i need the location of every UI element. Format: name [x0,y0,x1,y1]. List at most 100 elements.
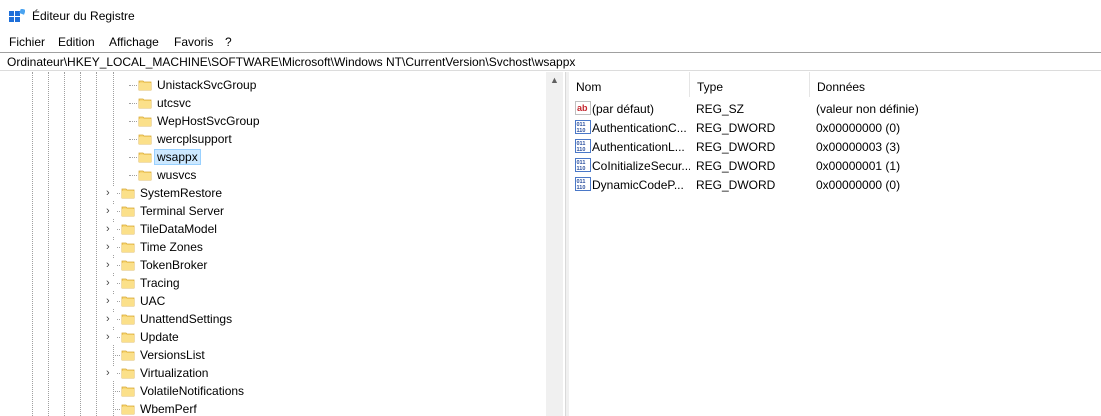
tree-item-label[interactable]: TokenBroker [138,258,209,272]
column-header-label: Données [817,80,866,94]
binary-value-icon: 011 110 [575,177,591,191]
column-header-label: Type [697,80,724,94]
chevron-right-icon[interactable]: › [106,258,116,272]
tree-item[interactable]: WepHostSvcGroup [0,112,546,130]
tree-item-label[interactable]: Tracing [138,276,182,290]
tree-item[interactable]: › TokenBroker [0,256,546,274]
scroll-up-arrow-icon[interactable]: ▲ [546,72,563,89]
menu-favoris[interactable]: Favoris [174,35,213,49]
tree-item-label[interactable]: UnistackSvcGroup [155,78,258,92]
tree-item-label[interactable]: UnattendSettings [138,312,234,326]
address-bar[interactable]: Ordinateur\HKEY_LOCAL_MACHINE\SOFTWARE\M… [0,52,1101,71]
chevron-right-icon[interactable]: › [106,222,116,236]
folder-icon [138,132,152,146]
tree-scrollbar[interactable]: ▲ [546,72,563,416]
chevron-right-icon[interactable]: › [106,204,116,218]
value-data: (valeur non définie) [816,102,919,116]
value-row[interactable]: 011 110 AuthenticationL... REG_DWORD 0x00000… [569,137,1101,156]
menu-edition[interactable]: Edition [58,35,95,49]
tree-item[interactable]: › Tracing [0,274,546,292]
string-value-icon: ab [575,101,591,115]
tree-pane[interactable]: UnistackSvcGroup utcsvc WepHostSvcGroup wer… [0,72,566,416]
chevron-right-icon[interactable]: › [106,240,116,254]
chevron-right-icon[interactable]: › [106,294,116,308]
column-header-type[interactable]: Type [690,72,810,97]
menu-help[interactable]: ? [225,35,232,49]
tree-item[interactable]: › UnattendSettings [0,310,546,328]
tree-item-label[interactable]: utcsvc [155,96,193,110]
value-data: 0x00000000 (0) [816,121,901,135]
tree-item-label[interactable]: Virtualization [138,366,210,380]
value-row[interactable]: ab (par défaut) REG_SZ (valeur non définie) [569,99,1101,118]
title-bar[interactable]: Éditeur du Registre [0,0,1101,32]
values-list[interactable]: Nom Type Données ab (par défaut) REG_SZ (va… [569,72,1101,416]
scroll-thumb[interactable] [548,90,561,416]
tree-item-label[interactable]: WepHostSvcGroup [155,114,262,128]
tree-item-label[interactable]: TileDataModel [138,222,219,236]
value-type: REG_DWORD [696,140,776,154]
chevron-right-icon[interactable]: › [106,366,116,380]
tree-item[interactable]: › Time Zones [0,238,546,256]
column-header-data[interactable]: Données [810,72,1101,97]
address-path[interactable]: Ordinateur\HKEY_LOCAL_MACHINE\SOFTWARE\M… [7,55,575,69]
tree-item[interactable]: utcsvc [0,94,546,112]
tree-item-label[interactable]: Terminal Server [138,204,226,218]
chevron-right-icon[interactable]: › [106,276,116,290]
tree-item[interactable]: VolatileNotifications [0,382,546,400]
tree-item-label[interactable]: VersionsList [138,348,207,362]
value-name: DynamicCodeP... [592,178,684,192]
folder-icon [121,204,135,218]
tree-item[interactable]: › Update [0,328,546,346]
tree-connector [113,409,120,410]
tree-item[interactable]: WbemPerf [0,400,546,416]
tree-item[interactable]: › UAC [0,292,546,310]
svg-text:ab: ab [577,103,588,113]
value-name: AuthenticationC... [592,121,687,135]
value-row[interactable]: 011 110 CoInitializeSecur... REG_DWORD 0x000… [569,156,1101,175]
tree-item[interactable]: UnistackSvcGroup [0,76,546,94]
binary-value-icon: 011 110 [575,120,591,134]
tree-connector [129,121,137,122]
tree-item[interactable]: wercplsupport [0,130,546,148]
menu-fichier[interactable]: Fichier [9,35,45,49]
tree-item-label[interactable]: wercplsupport [155,132,234,146]
value-row[interactable]: 011 110 AuthenticationC... REG_DWORD 0x00000… [569,118,1101,137]
chevron-right-icon[interactable]: › [106,330,116,344]
folder-icon [121,366,135,380]
tree-item-label[interactable]: wusvcs [155,168,198,182]
chevron-right-icon[interactable]: › [106,312,116,326]
tree-item[interactable]: wsappx [0,148,546,166]
tree-connector [129,103,137,104]
folder-icon [121,276,135,290]
menu-affichage[interactable]: Affichage [109,35,159,49]
binary-value-icon: 011 110 [575,139,591,153]
chevron-right-icon[interactable]: › [106,186,116,200]
tree-item-label[interactable]: Time Zones [138,240,205,254]
value-data: 0x00000001 (1) [816,159,901,173]
column-header-label: Nom [576,80,602,94]
tree-item[interactable]: › SystemRestore [0,184,546,202]
tree-item-label[interactable]: SystemRestore [138,186,224,200]
tree-item[interactable]: › Virtualization [0,364,546,382]
tree-item[interactable]: › TileDataModel [0,220,546,238]
tree-item[interactable]: › Terminal Server [0,202,546,220]
tree-item-label[interactable]: wsappx [154,149,201,165]
value-row[interactable]: 011 110 DynamicCodeP... REG_DWORD 0x00000000… [569,175,1101,194]
tree-item-label[interactable]: VolatileNotifications [138,384,246,398]
svg-text:110: 110 [577,147,586,153]
tree-item[interactable]: wusvcs [0,166,546,184]
svg-text:110: 110 [577,128,586,134]
column-header-name[interactable]: Nom [569,72,690,97]
value-type: REG_DWORD [696,159,776,173]
tree-item[interactable]: VersionsList [0,346,546,364]
tree-item-label[interactable]: WbemPerf [138,402,199,416]
tree-connector [129,157,137,158]
folder-icon [121,348,135,362]
tree-item-label[interactable]: UAC [138,294,167,308]
value-name: CoInitializeSecur... [592,159,690,173]
value-name: (par défaut) [592,102,655,116]
folder-icon [121,312,135,326]
tree-item-label[interactable]: Update [138,330,181,344]
folder-icon [138,96,152,110]
folder-icon [121,258,135,272]
